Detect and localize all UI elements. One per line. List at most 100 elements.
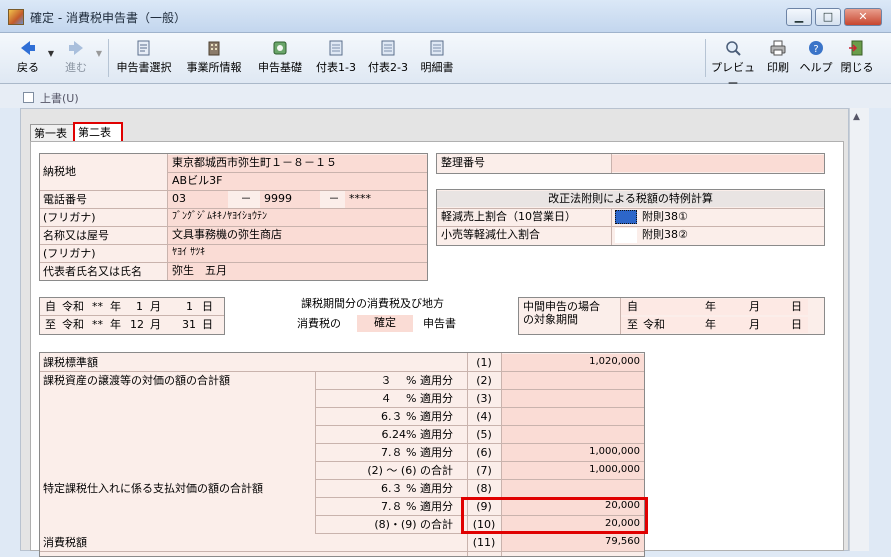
print-button[interactable]: 印刷 — [762, 37, 794, 79]
window-title: 確定 - 消費税申告書（一般） — [30, 11, 186, 25]
row-rate-label: ４ % 適用分 — [380, 392, 453, 405]
return-caption-prefix: 消費税の — [297, 317, 341, 330]
table-row: 6.３ % 適用分 (4) — [40, 408, 644, 426]
appendix13-button[interactable]: 付表1-3 — [312, 37, 360, 79]
name-field[interactable]: 文具事務機の弥生商店 — [168, 227, 427, 244]
return-caption-line1: 課税期間分の消費税及び地方 — [301, 297, 444, 310]
overwrite-label: 上書(U) — [40, 92, 79, 105]
basis-icon — [273, 41, 287, 55]
row-amount-field[interactable]: 1,000,000 — [502, 444, 644, 461]
phone-area-field[interactable]: 03 — [168, 191, 228, 208]
phone-label: 電話番号 — [43, 193, 87, 206]
forward-dropdown-icon[interactable]: ▼ — [93, 49, 105, 59]
basis-button[interactable]: 申告基礎 — [253, 37, 307, 79]
table-row: 課税資産の譲渡等の対価の額の合計額 ３ % 適用分 (2) — [40, 372, 644, 390]
interim-tsuki: 月 — [749, 300, 760, 313]
forward-arrow-icon — [69, 41, 83, 55]
sheet-icon — [329, 40, 343, 56]
row-amount-field[interactable] — [502, 408, 644, 425]
reference-number-label: 整理番号 — [441, 156, 485, 169]
retail-purchase-ratio-value: 附則38② — [642, 228, 688, 241]
sheet-icon — [381, 40, 395, 56]
reference-number-field[interactable] — [612, 155, 824, 172]
help-button[interactable]: ? ヘルプ — [798, 37, 834, 79]
return-type-field[interactable]: 確定 — [357, 315, 413, 332]
back-button[interactable]: 戻る — [12, 37, 44, 79]
forward-button[interactable]: 進む — [60, 37, 92, 79]
name-kana-field[interactable]: ﾌﾞﾝｸﾞｼﾞﾑｷｷﾉﾔﾖｲｼｮｳﾃﾝ — [168, 209, 427, 226]
representative-label: 代表者氏名又は氏名 — [43, 265, 142, 278]
maximize-button[interactable]: □ — [815, 8, 841, 26]
kana-label: (フリガナ) — [43, 211, 96, 224]
reduced-sales-ratio-checkbox[interactable] — [615, 210, 637, 224]
row-amount-field[interactable] — [502, 426, 644, 443]
back-arrow-icon — [21, 41, 35, 55]
address-line1-field[interactable]: 東京都城西市弥生町１－８－１５ — [168, 155, 427, 172]
close-window-button[interactable]: ✕ — [844, 8, 882, 26]
period-hi: 日 — [202, 300, 213, 313]
period-nen: 年 — [110, 300, 121, 313]
period-era: 令和 — [62, 300, 84, 313]
row-amount-field[interactable] — [502, 480, 644, 497]
preview-button[interactable]: プレビュー — [708, 37, 758, 90]
address-line2-field[interactable]: ABビル3F — [168, 173, 427, 190]
row-rate-label: 7.８ % 適用分 — [381, 446, 453, 459]
interim-label-1: 中間申告の場合 — [523, 300, 600, 313]
interim-hi: 日 — [791, 300, 802, 313]
close-button[interactable]: 閉じる — [838, 37, 876, 79]
row-amount-field[interactable]: 79,560 — [502, 534, 644, 551]
row-number: (8) — [476, 482, 492, 495]
table-row: (2) ～ (6) の合計 (7) 1,000,000 — [40, 462, 644, 480]
tab-first-sheet[interactable]: 第一表 — [30, 124, 76, 142]
row-number: (5) — [476, 428, 492, 441]
table-row: 7.８ % 適用分 (6) 1,000,000 — [40, 444, 644, 462]
reference-number-box: 整理番号 — [436, 153, 825, 174]
interim-hi: 日 — [791, 318, 802, 331]
appendix23-button[interactable]: 付表2-3 — [364, 37, 412, 79]
office-info-button[interactable]: 事業所情報 — [182, 37, 246, 79]
row-rate-label: 7.８ % 適用分 — [381, 500, 453, 513]
svg-text:?: ? — [813, 44, 818, 55]
rep-kana-field[interactable]: ﾔﾖｲ ｻﾂｷ — [168, 245, 427, 262]
name-label: 名称又は屋号 — [43, 229, 109, 242]
special-calc-title: 改正法附則による税額の特例計算 — [437, 191, 824, 207]
scroll-up-icon[interactable]: ▲ — [853, 112, 860, 122]
form-select-button[interactable]: 申告書選択 — [112, 37, 176, 79]
back-dropdown-icon[interactable]: ▼ — [45, 49, 57, 59]
interim-period-box: 中間申告の場合 の対象期間 自 年 月 日 至 令和 年 月 日 — [518, 297, 825, 335]
row-amount-field[interactable] — [502, 390, 644, 407]
row-amount-field[interactable]: 1,000,000 — [502, 462, 644, 479]
period-to-day: 31 — [182, 318, 196, 331]
row-amount-field[interactable] — [502, 372, 644, 389]
phone-number-field[interactable]: **** — [345, 191, 427, 208]
toolbar-separator — [705, 39, 706, 77]
overwrite-checkbox[interactable] — [23, 92, 34, 103]
document-select-icon — [137, 40, 150, 56]
period-era: 令和 — [62, 318, 84, 331]
minimize-button[interactable]: ▁ — [786, 8, 812, 26]
phone-exchange-field[interactable]: 9999 — [260, 191, 320, 208]
reduced-sales-ratio-label: 軽減売上割合（10営業日） — [441, 210, 576, 223]
row-rate-label: 6.３ % 適用分 — [381, 482, 453, 495]
vertical-scrollbar[interactable] — [849, 108, 869, 551]
retail-purchase-ratio-checkbox[interactable] — [615, 228, 637, 243]
interim-nen: 年 — [705, 300, 716, 313]
toolbar: 戻る ▼ 進む ▼ 申告書選択 事業所情報 申告基礎 付表1-3 付表2-3 明… — [0, 33, 891, 90]
period-to-month: 12 — [130, 318, 144, 331]
row-rate-label: ３ % 適用分 — [380, 374, 453, 387]
detail-button[interactable]: 明細書 — [416, 37, 458, 79]
row-amount-field[interactable]: 1,020,000 — [502, 354, 644, 371]
special-calc-box: 改正法附則による税額の特例計算 軽減売上割合（10営業日） 附則38① 小売等軽… — [436, 189, 825, 246]
period-from-day: 1 — [186, 300, 193, 313]
taxpayer-info-box: 納税地 東京都城西市弥生町１－８－１５ ABビル3F 電話番号 03 － 999… — [39, 153, 428, 281]
reduced-sales-ratio-value: 附則38① — [642, 210, 688, 223]
representative-field[interactable]: 弥生 五月 — [168, 263, 427, 280]
retail-purchase-ratio-label: 小売等軽減仕入割合 — [441, 228, 540, 241]
row-label: 消費税額 — [43, 536, 87, 549]
row-number: (1) — [476, 356, 492, 369]
interim-nen: 年 — [705, 318, 716, 331]
printer-icon — [770, 40, 786, 56]
row-number: (11) — [472, 536, 496, 549]
row-number: (3) — [476, 392, 492, 405]
address-label: 納税地 — [43, 165, 76, 178]
